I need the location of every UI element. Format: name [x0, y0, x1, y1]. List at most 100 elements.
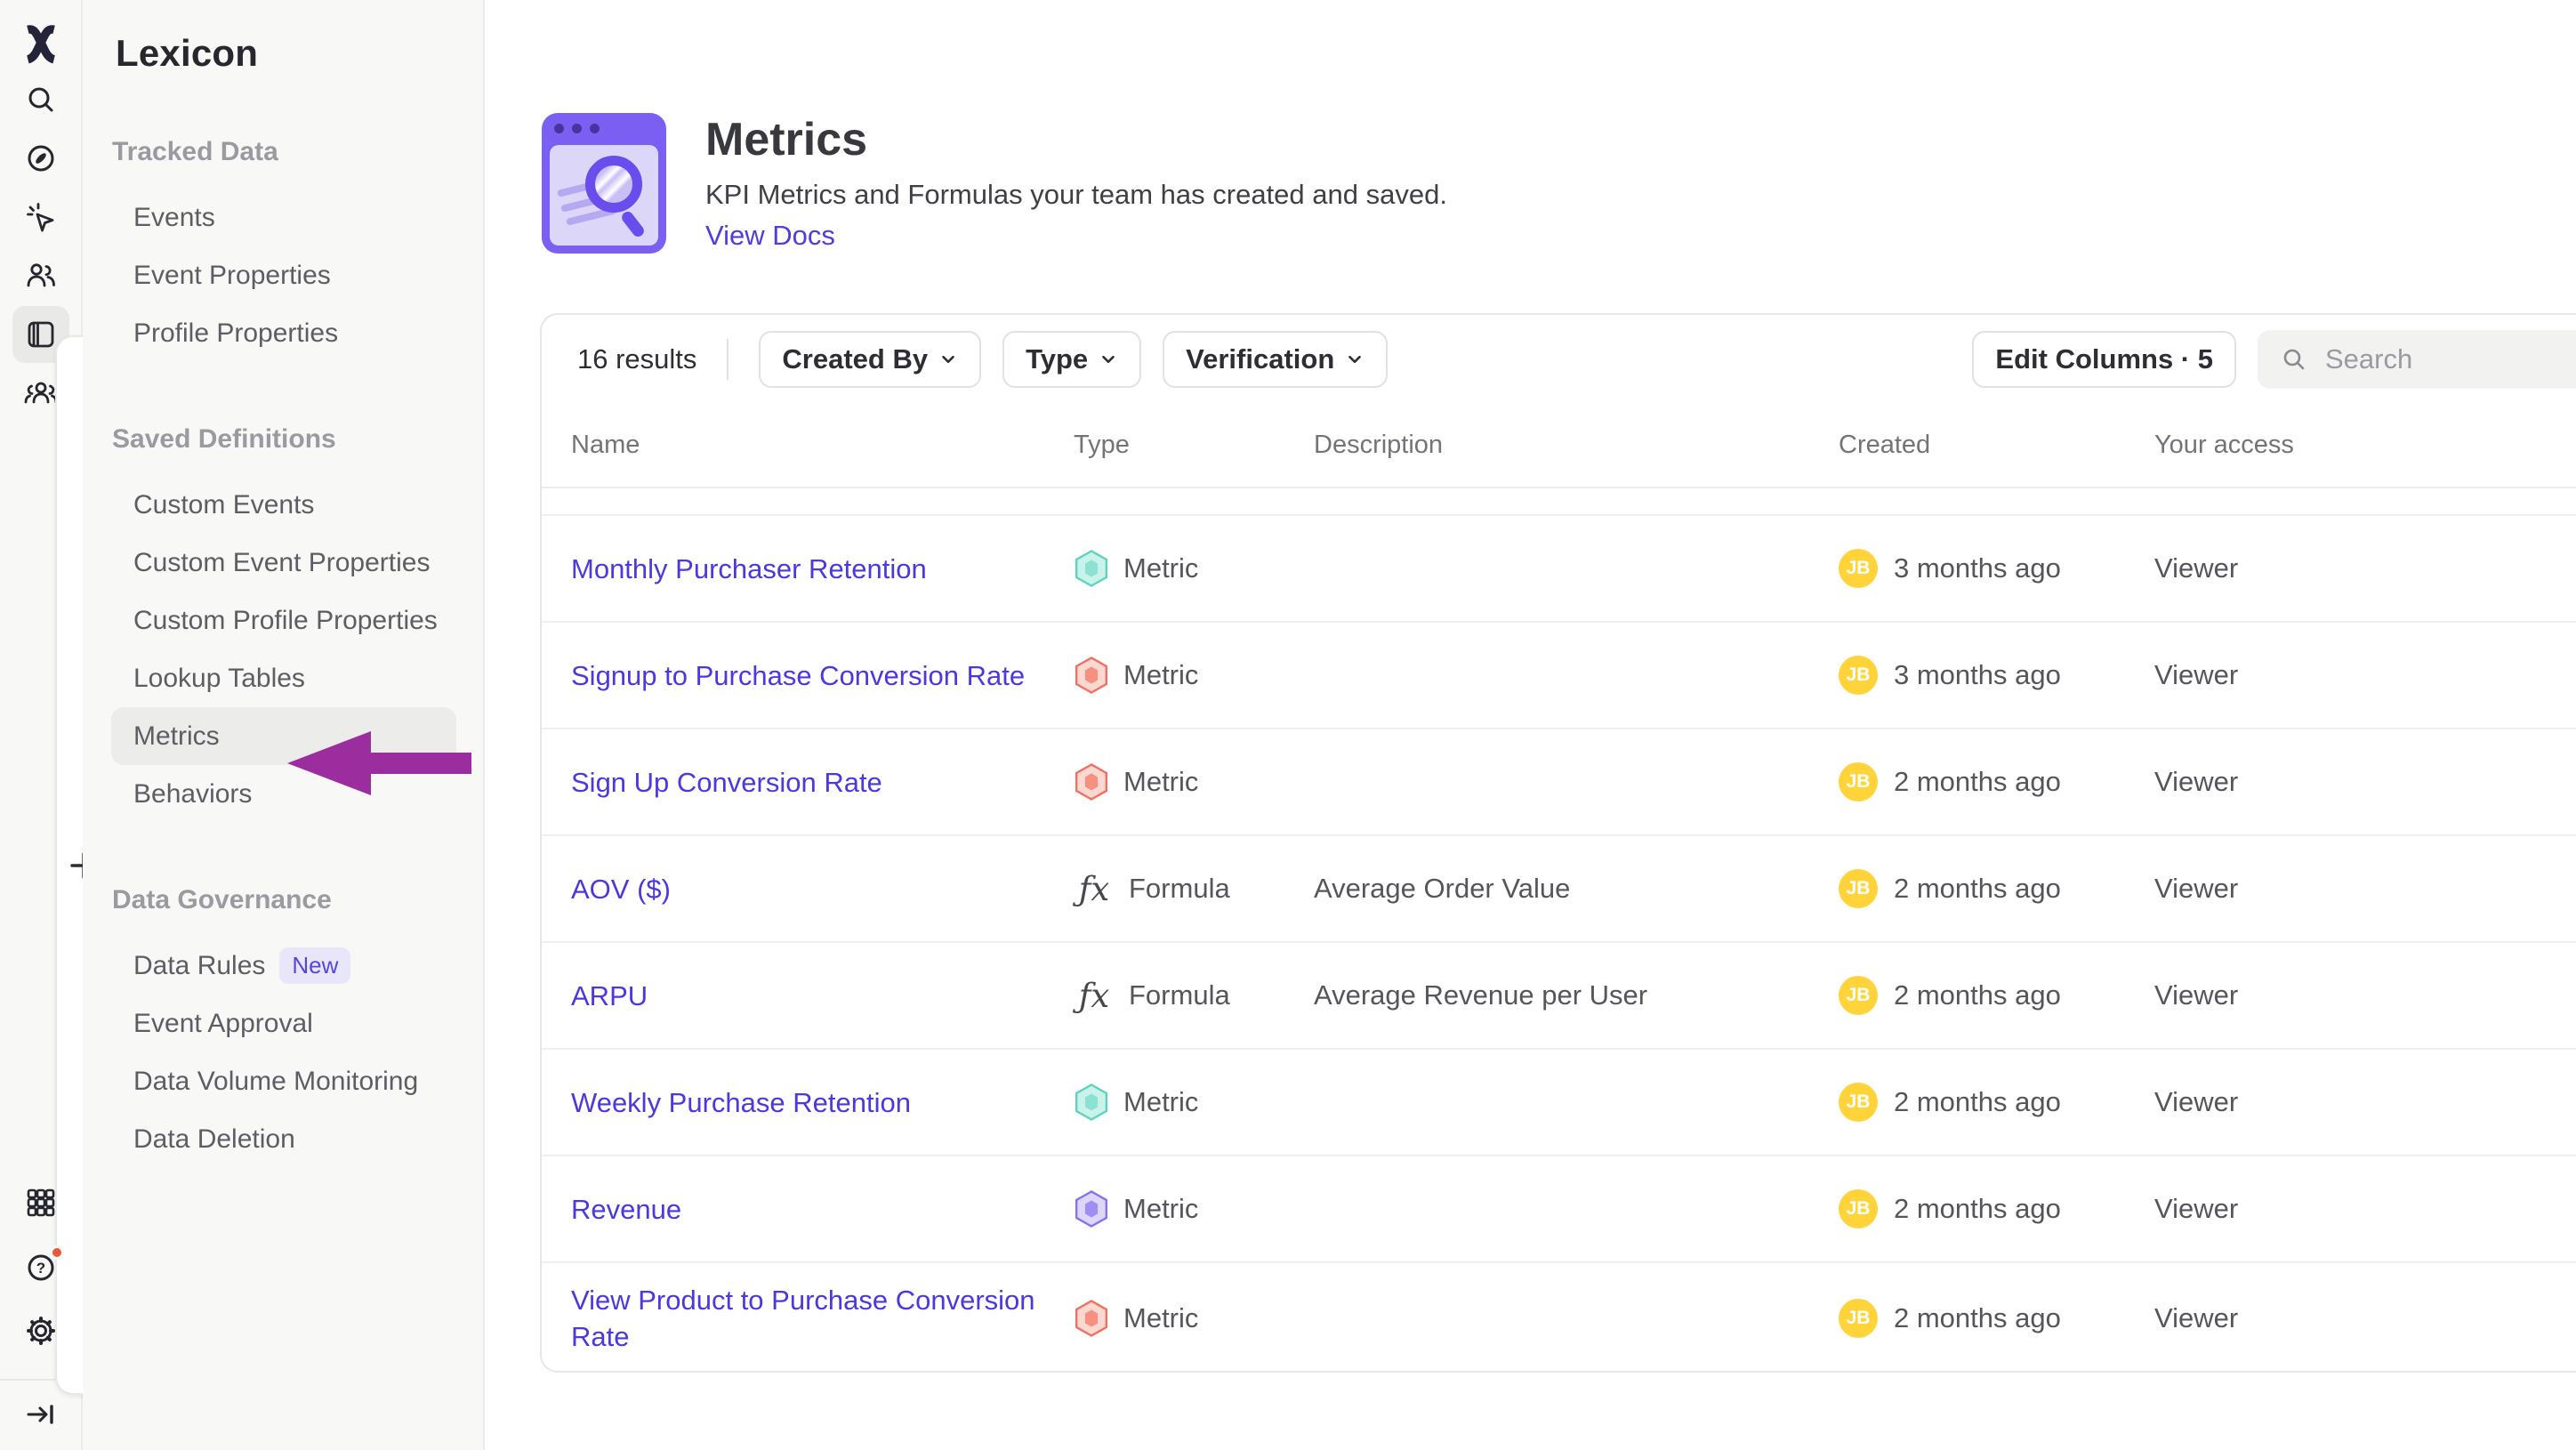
formula-fx-icon: ƒx — [1074, 870, 1115, 908]
view-docs-link[interactable]: View Docs — [705, 220, 835, 252]
table-row[interactable]: AOV ($) ƒx Formula Average Order Value J… — [542, 836, 2576, 943]
metric-hexagon-icon — [1074, 656, 1109, 695]
question-glyph: ? — [36, 1260, 44, 1277]
metric-hexagon-icon — [1074, 1189, 1109, 1228]
page-title: Metrics — [705, 113, 1447, 166]
avatar: JB — [1839, 869, 1878, 908]
filter-verification[interactable]: Verification — [1163, 331, 1388, 388]
table-row[interactable]: ARPU ƒx Formula Average Revenue per User… — [542, 943, 2576, 1050]
col-description[interactable]: Description — [1314, 431, 1839, 460]
access-cell: Viewer — [2154, 979, 2576, 1011]
table-row[interactable]: Revenue Metric JB 2 months ago Viewer — [542, 1156, 2576, 1263]
icon-rail: ? — [0, 0, 83, 1450]
access-cell: Viewer — [2154, 552, 2576, 584]
section-data-governance: Data Governance Data Rules New Event App… — [83, 885, 483, 1168]
metric-name-link[interactable]: ARPU — [571, 978, 648, 1014]
avatar: JB — [1839, 549, 1878, 588]
avatar: JB — [1839, 1189, 1878, 1228]
scrolled-row-sliver — [542, 488, 2576, 516]
event-cursor-icon[interactable] — [12, 189, 69, 246]
metric-name-link[interactable]: Sign Up Conversion Rate — [571, 764, 882, 801]
metric-name-link[interactable]: View Product to Purchase Conversion Rate — [571, 1282, 1051, 1355]
sidebar-item-events[interactable]: Events — [111, 189, 456, 246]
col-your-access[interactable]: Your access — [2154, 431, 2576, 460]
sidebar-item-custom-events[interactable]: Custom Events — [111, 476, 456, 534]
description-cell: Average Order Value — [1314, 873, 1839, 905]
sidebar-title: Lexicon — [83, 32, 483, 75]
access-cell: Viewer — [2154, 1193, 2576, 1225]
search-icon — [2279, 344, 2309, 375]
section-header: Data Governance — [112, 885, 483, 915]
metric-name-link[interactable]: Weekly Purchase Retention — [571, 1084, 911, 1121]
access-cell: Viewer — [2154, 873, 2576, 905]
description-cell: Average Revenue per User — [1314, 979, 1839, 1011]
filter-created-by[interactable]: Created By — [759, 331, 981, 388]
sidebar-item-custom-event-properties[interactable]: Custom Event Properties — [111, 534, 456, 592]
table-header-row: Name Type Description Created Your acces… — [542, 404, 2576, 488]
table-row[interactable]: View Product to Purchase Conversion Rate… — [542, 1263, 2576, 1373]
sidebar-item-event-properties[interactable]: Event Properties — [111, 246, 456, 304]
toolbar-divider — [727, 339, 729, 380]
section-saved-definitions: Saved Definitions Custom Events Custom E… — [83, 424, 483, 823]
main-content: Metrics KPI Metrics and Formulas your te… — [485, 0, 2576, 1450]
search-input[interactable] — [2325, 343, 2548, 375]
metric-name-link[interactable]: AOV ($) — [571, 871, 671, 907]
page-subtitle: KPI Metrics and Formulas your team has c… — [705, 179, 1447, 211]
col-created[interactable]: Created — [1839, 431, 2154, 460]
sidebar-item-event-approval[interactable]: Event Approval — [111, 995, 456, 1052]
col-type[interactable]: Type — [1074, 431, 1314, 460]
results-count: 16 results — [577, 343, 696, 375]
lexicon-sidebar: Lexicon Tracked Data Events Event Proper… — [83, 0, 485, 1450]
sidebar-item-data-rules[interactable]: Data Rules New — [111, 937, 456, 995]
created-cell: JB 2 months ago — [1839, 1189, 2154, 1228]
metric-hexagon-icon — [1074, 762, 1109, 802]
access-cell: Viewer — [2154, 1302, 2576, 1334]
created-cell: JB 3 months ago — [1839, 656, 2154, 695]
access-cell: Viewer — [2154, 659, 2576, 691]
sidebar-item-lookup-tables[interactable]: Lookup Tables — [111, 649, 456, 707]
table-row[interactable]: Weekly Purchase Retention Metric JB 2 mo… — [542, 1050, 2576, 1156]
metrics-table-card: 16 results Created By Type Verification — [540, 313, 2576, 1373]
notification-dot — [50, 1245, 64, 1260]
table-row[interactable]: Sign Up Conversion Rate Metric JB 2 mont… — [542, 729, 2576, 836]
access-cell: Viewer — [2154, 766, 2576, 798]
created-cell: JB 2 months ago — [1839, 1083, 2154, 1122]
section-tracked-data: Tracked Data Events Event Properties Pro… — [83, 137, 483, 362]
page-header: Metrics KPI Metrics and Formulas your te… — [542, 113, 1447, 254]
table-row[interactable]: Signup to Purchase Conversion Rate Metri… — [542, 623, 2576, 729]
search-icon[interactable] — [12, 71, 69, 128]
edit-columns-button[interactable]: Edit Columns · 5 — [1972, 331, 2236, 388]
magnifier-icon — [585, 156, 642, 213]
chevron-down-icon — [1099, 350, 1118, 369]
sign-out-icon[interactable] — [12, 1391, 69, 1438]
mixpanel-logo-icon[interactable] — [15, 18, 67, 69]
filter-type[interactable]: Type — [1002, 331, 1141, 388]
table-row[interactable]: Monthly Purchaser Retention Metric JB 3 … — [542, 516, 2576, 623]
sidebar-item-profile-properties[interactable]: Profile Properties — [111, 304, 456, 362]
sidebar-item-data-volume-monitoring[interactable]: Data Volume Monitoring — [111, 1052, 456, 1110]
sidebar-item-custom-profile-properties[interactable]: Custom Profile Properties — [111, 592, 456, 649]
app-root: ? — [0, 0, 2576, 1450]
col-name[interactable]: Name — [571, 431, 1074, 460]
avatar: JB — [1839, 976, 1878, 1015]
discover-compass-icon[interactable] — [12, 130, 69, 187]
chevron-down-icon — [1345, 350, 1364, 369]
section-header: Tracked Data — [112, 137, 483, 167]
search-box[interactable] — [2258, 330, 2576, 389]
sidebar-item-behaviors[interactable]: Behaviors — [111, 765, 456, 823]
created-cell: JB 2 months ago — [1839, 976, 2154, 1015]
sidebar-item-metrics[interactable]: Metrics — [111, 707, 456, 765]
sidebar-item-data-deletion[interactable]: Data Deletion — [111, 1110, 456, 1168]
users-icon[interactable] — [12, 247, 69, 304]
metric-name-link[interactable]: Revenue — [571, 1191, 681, 1228]
metric-hexagon-icon — [1074, 549, 1109, 588]
table-body: Monthly Purchaser Retention Metric JB 3 … — [542, 516, 2576, 1373]
access-cell: Viewer — [2154, 1086, 2576, 1118]
metric-name-link[interactable]: Signup to Purchase Conversion Rate — [571, 657, 1025, 694]
formula-fx-icon: ƒx — [1074, 977, 1115, 1015]
created-cell: JB 3 months ago — [1839, 549, 2154, 588]
metric-name-link[interactable]: Monthly Purchaser Retention — [571, 551, 927, 587]
metric-hexagon-icon — [1074, 1083, 1109, 1122]
avatar: JB — [1839, 1083, 1878, 1122]
metrics-app-icon — [542, 113, 666, 254]
